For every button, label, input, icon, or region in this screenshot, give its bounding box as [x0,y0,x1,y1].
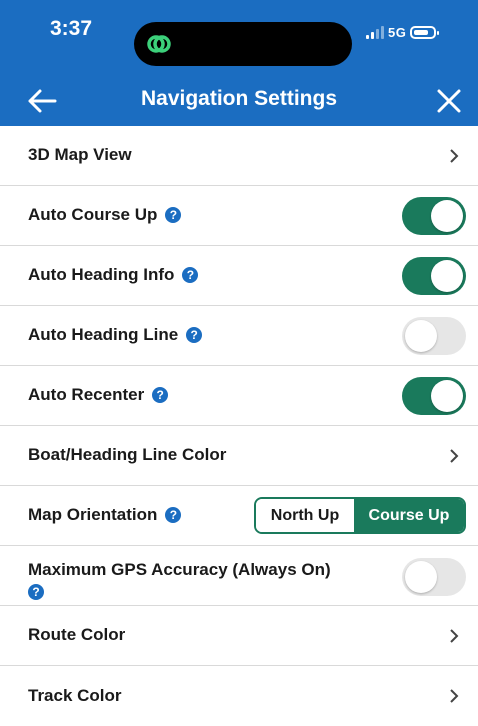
setting-map-orientation: Map Orientation? North Up Course Up [0,486,478,546]
setting-label: Route Color [28,625,126,644]
chevron-right-icon [450,148,459,163]
help-icon[interactable]: ? [28,584,44,600]
chevron-right-icon [450,448,459,463]
setting-route-color[interactable]: Route Color [0,606,478,666]
dynamic-island [134,22,352,66]
map-orientation-segmented-control: North Up Course Up [254,497,466,534]
setting-3d-map-view[interactable]: 3D Map View [0,126,478,186]
help-icon[interactable]: ? [165,207,182,223]
status-time: 3:37 [50,17,93,40]
setting-label: Auto Recenter [28,385,145,404]
setting-boat-heading-line-color[interactable]: Boat/Heading Line Color [0,426,478,486]
app-header: 3:37 5G Navigation Settings [0,0,478,126]
setting-label: Auto Heading Line [28,325,179,344]
auto-recenter-toggle[interactable] [402,376,466,415]
setting-label: Auto Heading Info [28,265,175,284]
orientation-option-north-up[interactable]: North Up [256,499,354,532]
signal-icon [366,25,384,39]
status-indicators: 5G [366,22,440,42]
page-title: Navigation Settings [140,87,338,110]
settings-list: 3D Map View Auto Course Up? Auto Heading… [0,126,478,726]
setting-label: Track Color [28,685,122,705]
auto-course-up-toggle[interactable] [402,196,466,235]
chevron-right-icon [450,689,459,703]
setting-auto-heading-info: Auto Heading Info? [0,246,478,306]
setting-max-gps-accuracy: Maximum GPS Accuracy (Always On) ? [0,546,478,606]
close-icon[interactable] [436,88,462,114]
auto-heading-info-toggle[interactable] [402,256,466,295]
max-gps-accuracy-toggle[interactable] [402,558,466,596]
battery-icon [410,25,440,39]
help-icon[interactable]: ? [186,327,203,343]
network-type: 5G [388,24,407,40]
chevron-right-icon [450,628,459,643]
help-icon[interactable]: ? [152,387,169,403]
setting-label: Boat/Heading Line Color [28,445,227,464]
setting-track-color[interactable]: Track Color [0,666,478,726]
setting-label: Maximum GPS Accuracy (Always On) [28,560,331,579]
setting-label: 3D Map View [28,145,132,164]
setting-label: Auto Course Up [28,205,158,224]
setting-auto-heading-line: Auto Heading Line? [0,306,478,366]
help-icon[interactable]: ? [165,507,182,523]
setting-label: Map Orientation [28,505,158,524]
link-rings-icon [147,35,171,53]
help-icon[interactable]: ? [182,267,199,283]
setting-auto-course-up: Auto Course Up? [0,186,478,246]
setting-auto-recenter: Auto Recenter? [0,366,478,426]
auto-heading-line-toggle[interactable] [402,316,466,355]
orientation-option-course-up[interactable]: Course Up [354,499,464,532]
